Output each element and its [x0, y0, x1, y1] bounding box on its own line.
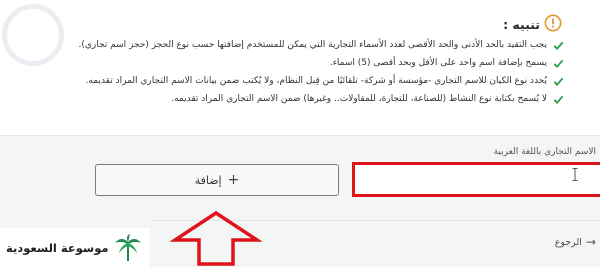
palm-logo-icon	[114, 233, 141, 261]
notice-rule-text: يُحدد نوع الكيان للاسم التجاري -مؤسسة أو…	[85, 76, 547, 86]
notice-rule-text: يجب التقيد بالحد الأدنى والحد الأقصى لعد…	[78, 40, 547, 50]
arabic-name-input[interactable]	[352, 162, 600, 197]
notice-rule: يجب التقيد بالحد الأدنى والحد الأقصى لعد…	[78, 37, 564, 53]
check-icon	[553, 77, 564, 86]
arrow-right-icon: →	[585, 235, 596, 249]
notice-title: تنبيه :	[503, 17, 540, 32]
up-arrow-annotation-icon	[170, 210, 262, 266]
check-icon	[553, 95, 564, 104]
back-label: الرجوع	[554, 236, 582, 248]
notice-rule: يُحدد نوع الكيان للاسم التجاري -مؤسسة أو…	[86, 73, 564, 89]
brand-name: موسوعة السعودية	[6, 240, 109, 255]
notice-rule-text: يسمح بإضافة اسم واحد على الأقل وبحد أقصى…	[329, 58, 547, 68]
watermark-ring	[2, 4, 64, 66]
check-icon	[553, 41, 564, 50]
text-cursor-icon	[572, 168, 578, 181]
back-link[interactable]: → الرجوع	[555, 235, 596, 249]
arabic-name-label: الاسم التجاري باللغة العربية	[493, 147, 596, 157]
brand-watermark: موسوعة السعودية	[0, 228, 150, 267]
add-button-label: إضافة	[194, 173, 222, 187]
check-icon	[553, 59, 564, 68]
plus-icon: +	[227, 172, 240, 188]
notice-rule: لا يُسمح بكتابة نوع النشاط (للصناعة، للت…	[171, 91, 564, 107]
notice-rule: يسمح بإضافة اسم واحد على الأقل وبحد أقصى…	[330, 55, 564, 71]
notice-rule-text: لا يُسمح بكتابة نوع النشاط (للصناعة، للت…	[171, 94, 547, 104]
warning-icon	[544, 14, 562, 32]
add-name-button[interactable]: + إضافة	[95, 164, 339, 196]
notice-card: تنبيه : يجب التقيد بالحد الأدنى والحد ال…	[0, 0, 600, 136]
